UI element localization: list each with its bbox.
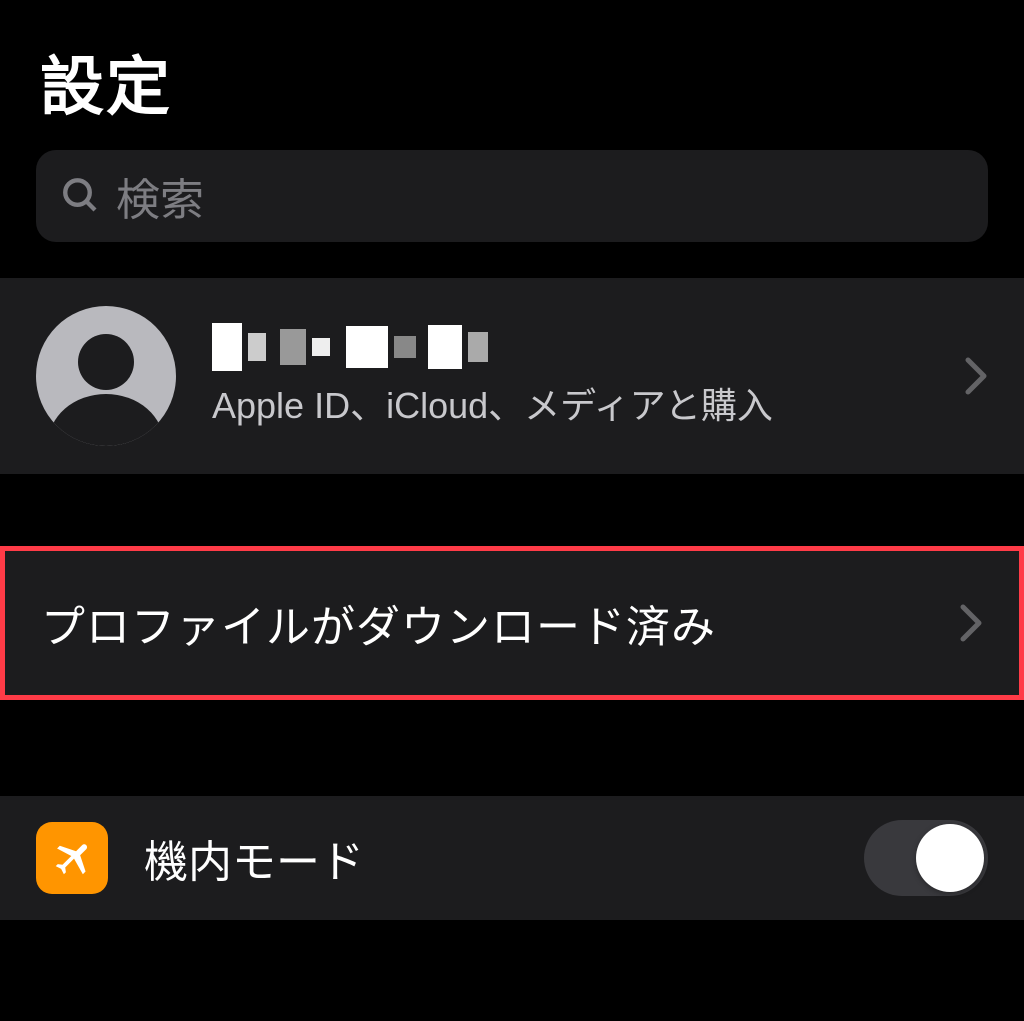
search-input[interactable]: 検索 <box>36 150 988 242</box>
search-placeholder: 検索 <box>116 164 204 228</box>
chevron-right-icon <box>964 356 988 396</box>
airplane-mode-toggle[interactable] <box>864 820 988 896</box>
chevron-right-icon <box>959 603 983 643</box>
profile-downloaded-label: プロファイルがダウンロード済み <box>41 591 959 655</box>
account-group: Apple ID、iCloud、メディアと購入 <box>0 278 1024 474</box>
airplane-mode-label: 機内モード <box>144 826 864 890</box>
standard-settings-group: 機内モード <box>0 796 1024 920</box>
profile-downloaded-group: プロファイルがダウンロード済み <box>0 546 1024 700</box>
account-name-obscured <box>212 323 964 371</box>
account-subtitle: Apple ID、iCloud、メディアと購入 <box>212 377 964 429</box>
page-title: 設定 <box>0 0 1024 150</box>
avatar <box>36 306 176 446</box>
apple-id-row[interactable]: Apple ID、iCloud、メディアと購入 <box>0 278 1024 474</box>
airplane-mode-row[interactable]: 機内モード <box>0 796 1024 920</box>
account-text: Apple ID、iCloud、メディアと購入 <box>212 323 964 429</box>
search-icon <box>60 175 102 217</box>
airplane-icon <box>36 822 108 894</box>
profile-downloaded-row[interactable]: プロファイルがダウンロード済み <box>5 551 1019 695</box>
